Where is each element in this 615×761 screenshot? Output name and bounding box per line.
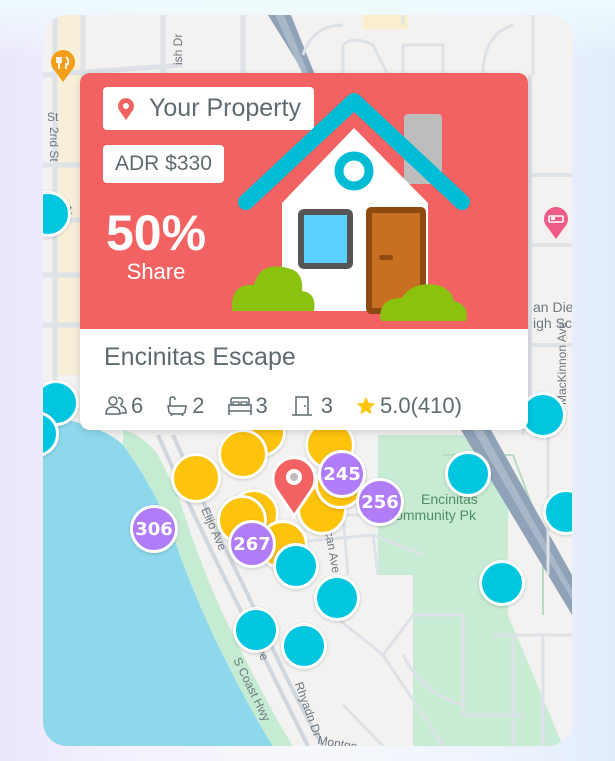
property-card[interactable]: Your Property ADR $330 50% Share Encinit… [80,73,528,430]
cluster-marker[interactable]: 267 [228,520,276,568]
listing-marker[interactable] [281,623,327,669]
property-hero: Your Property ADR $330 50% Share [80,73,528,329]
review-count: (410) [410,393,462,418]
listing-marker[interactable] [314,575,360,621]
your-property-pin-icon[interactable] [269,453,319,519]
rating-value: 5.0 [380,393,411,418]
listing-marker[interactable] [445,451,491,497]
adr-tag: ADR $330 [103,145,224,183]
restaurant-poi-icon[interactable] [49,49,77,83]
street-label: ish Dr [171,33,185,65]
listing-marker[interactable] [479,560,525,606]
cluster-marker[interactable]: 306 [130,505,178,553]
listing-marker[interactable] [218,429,268,479]
door-icon [291,396,312,416]
house-illustration-icon [232,93,470,321]
location-pin-icon [118,97,134,120]
listing-marker[interactable] [273,543,319,589]
bathtub-icon [167,396,188,417]
cluster-marker[interactable]: 256 [356,478,404,526]
bathrooms-count: 2 [192,393,205,418]
property-stats: 6 2 3 3 5.0 (410) [104,391,462,421]
listing-marker[interactable] [171,453,221,503]
beds-count: 3 [255,393,268,418]
guests-count: 6 [131,393,144,418]
street-label: St [47,110,59,124]
property-name: Encinitas Escape [104,343,296,371]
adr-label: ADR $330 [115,152,212,175]
bathrooms-stat: 2 [165,393,205,419]
listing-marker[interactable] [233,607,279,653]
beds-stat: 3 [227,393,268,419]
star-icon [356,396,376,415]
bedrooms-count: 3 [320,393,333,418]
share-percentage: 50% [105,205,207,261]
street-label: MacKinnon Ave [555,321,569,405]
bed-icon [227,397,252,415]
hotel-poi-icon[interactable] [542,206,570,240]
street-label: an Die [533,299,572,315]
guests-stat: 6 [104,393,143,419]
bedrooms-stat: 3 [290,393,333,419]
street-label: 2nd St [47,127,61,162]
guests-icon [105,396,127,415]
share-label: Share [126,259,186,284]
rating-stat: 5.0 (410) [355,393,462,419]
street-label: igh Sc [533,315,572,331]
